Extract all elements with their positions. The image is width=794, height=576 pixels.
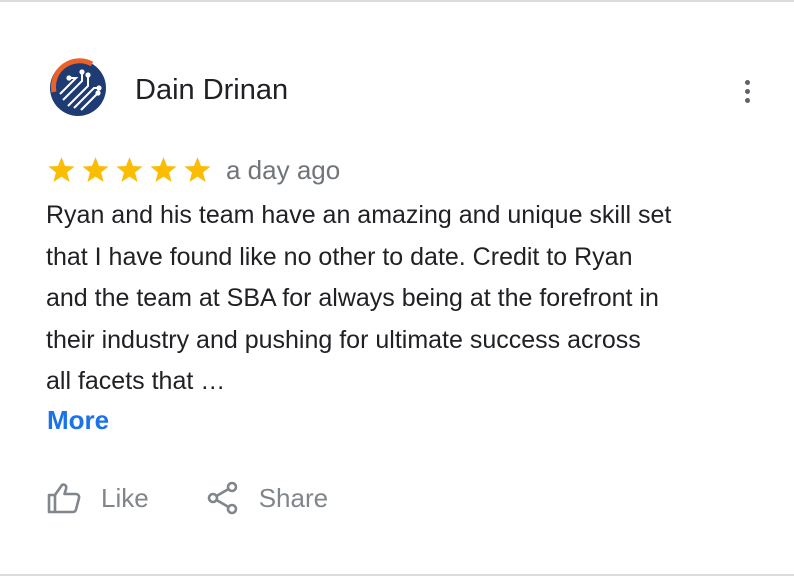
more-options-button[interactable] bbox=[732, 72, 762, 110]
star-rating bbox=[47, 156, 212, 184]
circuit-logo-icon bbox=[50, 58, 106, 116]
share-button[interactable]: Share bbox=[207, 480, 328, 516]
rating-row: a day ago bbox=[47, 152, 340, 188]
review-card: Dain Drinan a day ago Ryan and his team … bbox=[0, 0, 794, 576]
more-vert-icon-dot bbox=[744, 97, 750, 103]
star-icon bbox=[149, 156, 178, 184]
more-vert-icon-dot bbox=[744, 79, 750, 85]
share-label: Share bbox=[258, 483, 329, 513]
like-label: Like bbox=[101, 483, 149, 513]
share-icon bbox=[207, 481, 238, 515]
star-icon bbox=[183, 156, 212, 184]
author-avatar[interactable] bbox=[48, 58, 108, 118]
more-link[interactable]: More bbox=[47, 402, 109, 438]
star-icon bbox=[115, 156, 144, 184]
review-time: a day ago bbox=[226, 155, 341, 185]
review-actions: Like Share bbox=[47, 480, 328, 516]
thumb-up-icon bbox=[47, 483, 81, 514]
star-icon bbox=[81, 156, 110, 184]
more-vert-icon-dot bbox=[744, 88, 750, 94]
review-text: Ryan and his team have an amazing and un… bbox=[46, 201, 672, 395]
star-icon bbox=[47, 156, 76, 184]
author-name[interactable]: Dain Drinan bbox=[135, 72, 288, 108]
like-button[interactable]: Like bbox=[47, 480, 149, 516]
